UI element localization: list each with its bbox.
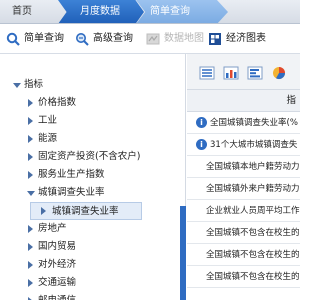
economic-chart-button[interactable]: 经济图表: [208, 30, 266, 48]
tree-item-foreign-economy[interactable]: 对外经济: [0, 256, 180, 274]
tree-item-label: 邮电通信: [38, 292, 76, 300]
table-header: 指: [187, 90, 300, 112]
row-label: 全国城镇本地户籍劳动力: [206, 162, 300, 172]
tab-monthly-data[interactable]: 月度数据: [58, 0, 144, 23]
tree-item-service-index[interactable]: 服务业生产指数: [0, 166, 180, 184]
tree-leaf-urban-unemployment-selected[interactable]: 城镇调查失业率: [30, 202, 142, 220]
tab-simple-query[interactable]: 简单查询: [136, 0, 228, 23]
sidebar-scrollbar[interactable]: [180, 206, 186, 300]
collapse-arrow-icon[interactable]: [28, 153, 33, 161]
tree-item-label: 固定资产投资(不含农户): [38, 151, 141, 162]
simple-query-label: 简单查询: [24, 33, 64, 44]
tree-root-indicators[interactable]: 指标: [0, 76, 180, 94]
info-icon[interactable]: i: [196, 139, 207, 150]
tree-item-price-index[interactable]: 价格指数: [0, 94, 180, 112]
tree-item-post-telecom[interactable]: 邮电通信: [0, 292, 180, 300]
tree-item-label: 城镇调查失业率: [52, 206, 119, 217]
expand-arrow-icon[interactable]: [27, 191, 35, 196]
row-label: 全国城镇不包含在校生的: [206, 272, 300, 282]
tree-item-real-estate[interactable]: 房地产: [0, 220, 180, 238]
row-label: 全国城镇调查失业率(%: [210, 118, 298, 128]
indicator-tree: 指标 价格指数 工业 能源 固定资产投资(不含农户) 服务业生产指数 城镇调查失…: [0, 54, 186, 300]
table-row[interactable]: 全国城镇本地户籍劳动力: [187, 156, 300, 178]
data-map-label: 数据地图: [164, 33, 204, 44]
row-label: 全国城镇不包含在校生的: [206, 250, 300, 260]
info-icon[interactable]: i: [196, 117, 207, 128]
advanced-search-icon: [76, 33, 89, 46]
tab-home[interactable]: 首页: [0, 0, 58, 23]
collapse-arrow-icon[interactable]: [28, 225, 33, 233]
breadcrumb-tabs: 首页 月度数据 简单查询: [0, 0, 300, 24]
row-label: 全国城镇外来户籍劳动力: [206, 184, 300, 194]
advanced-query-label: 高级查询: [93, 33, 133, 44]
data-table-panel: 指 i 全国城镇调查失业率(% i 31个大城市城镇调查失 全国城镇本地户籍劳动…: [187, 54, 300, 300]
table-row[interactable]: 全国城镇不包含在校生的: [187, 266, 300, 288]
collapse-arrow-icon[interactable]: [28, 99, 33, 107]
advanced-query-button[interactable]: 高级查询: [75, 30, 133, 48]
view-toolbar: [187, 54, 300, 90]
collapse-arrow-icon[interactable]: [28, 117, 33, 125]
collapse-arrow-icon[interactable]: [28, 261, 33, 269]
table-row[interactable]: 全国城镇外来户籍劳动力: [187, 178, 300, 200]
row-label: 企业就业人员周平均工作: [206, 206, 300, 216]
tree-item-industry[interactable]: 工业: [0, 112, 180, 130]
tree-item-label: 服务业生产指数: [38, 169, 105, 180]
pie-chart-icon[interactable]: [271, 66, 287, 80]
tree-item-label: 城镇调查失业率: [38, 187, 105, 198]
tree-root-label: 指标: [24, 79, 44, 90]
map-icon: [146, 33, 160, 45]
collapse-arrow-icon[interactable]: [28, 171, 33, 179]
data-map-button[interactable]: 数据地图: [146, 30, 204, 48]
collapse-arrow-icon: [41, 207, 46, 215]
tree-item-label: 交通运输: [38, 277, 77, 288]
toolbar: 简单查询 高级查询 数据地图 经济图表: [0, 24, 300, 54]
chart-grid-icon: [209, 33, 221, 45]
collapse-arrow-icon[interactable]: [28, 135, 33, 143]
expand-arrow-icon[interactable]: [13, 83, 21, 88]
tree-item-label: 房地产: [38, 223, 67, 234]
economic-chart-label: 经济图表: [226, 33, 266, 44]
tree-item-label: 能源: [38, 133, 58, 144]
tree-item-label: 价格指数: [38, 97, 77, 108]
table-row[interactable]: 全国城镇不包含在校生的: [187, 244, 300, 266]
tree-item-label: 工业: [38, 115, 58, 126]
tree-item-urban-unemployment[interactable]: 城镇调查失业率: [0, 184, 180, 202]
tree-item-label: 国内贸易: [38, 241, 77, 252]
tree-item-energy[interactable]: 能源: [0, 130, 180, 148]
bar-chart-icon[interactable]: [223, 66, 239, 80]
row-label: 31个大城市城镇调查失: [210, 140, 298, 150]
search-icon: [6, 32, 20, 46]
collapse-arrow-icon[interactable]: [28, 243, 33, 251]
table-view-icon[interactable]: [199, 66, 215, 80]
table-row[interactable]: 全国城镇不包含在校生的: [187, 222, 300, 244]
tree-item-domestic-trade[interactable]: 国内贸易: [0, 238, 180, 256]
tree-item-fixed-investment[interactable]: 固定资产投资(不含农户): [0, 148, 180, 166]
collapse-arrow-icon[interactable]: [28, 279, 33, 287]
table-row[interactable]: i 31个大城市城镇调查失: [187, 134, 300, 156]
horizontal-bar-icon[interactable]: [247, 66, 263, 80]
tree-item-label: 对外经济: [38, 259, 77, 270]
table-row[interactable]: i 全国城镇调查失业率(%: [187, 112, 300, 134]
simple-query-button[interactable]: 简单查询: [6, 30, 64, 48]
tree-item-transport[interactable]: 交通运输: [0, 274, 180, 292]
table-row[interactable]: 企业就业人员周平均工作: [187, 200, 300, 222]
row-label: 全国城镇不包含在校生的: [206, 228, 300, 238]
